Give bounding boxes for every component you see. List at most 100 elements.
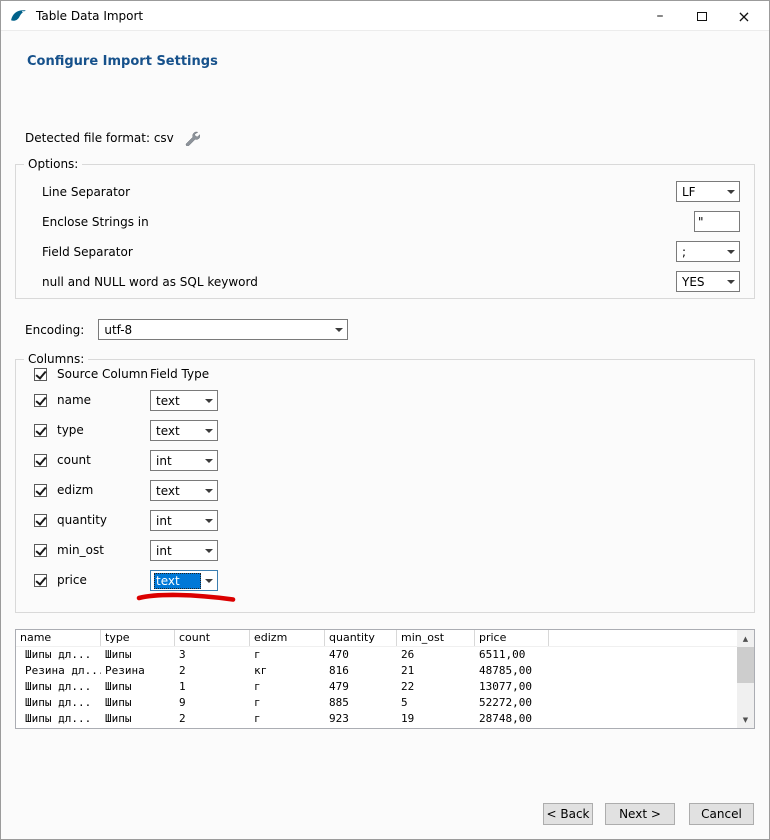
chevron-down-icon [205,519,213,523]
scroll-up-icon[interactable]: ▲ [737,630,754,647]
field-type-select[interactable]: int [150,450,218,471]
column-name-label: quantity [57,510,107,531]
column-checkbox[interactable] [34,424,47,437]
chevron-down-icon [727,190,735,194]
field-separator-row: Field Separator ; [42,241,740,262]
column-checkbox[interactable] [34,574,47,587]
preview-header-edizm[interactable]: edizm [250,630,325,646]
field-type-value: int [154,453,201,469]
cell-price: 6511,00 [475,647,549,663]
vertical-scrollbar[interactable]: ▲ ▼ [737,630,754,728]
column-checkbox[interactable] [34,544,47,557]
chevron-down-icon [727,280,735,284]
wrench-icon[interactable] [184,130,200,146]
table-row[interactable]: Резина дл... Резина 2 кг 816 21 48785,00 [16,663,737,679]
table-row[interactable]: Шипы дл... Шипы 1 г 479 22 13077,00 [16,679,737,695]
title-bar: Table Data Import – × [1,1,769,31]
column-checkbox[interactable] [34,454,47,467]
table-row[interactable]: Шипы дл... Шипы 3 г 470 26 6511,00 [16,647,737,663]
column-row-min-ost: min_ost int [34,540,740,561]
chevron-down-icon [205,579,213,583]
cell-type: Шипы [101,695,175,711]
line-separator-select[interactable]: LF [676,181,740,202]
field-type-select[interactable]: text [150,480,218,501]
close-icon: × [737,7,750,26]
preview-header-count[interactable]: count [175,630,250,646]
field-type-select[interactable]: int [150,510,218,531]
encoding-label: Encoding: [25,323,84,337]
columns-group-label: Columns: [24,352,88,366]
column-checkbox[interactable] [34,394,47,407]
field-type-select-price[interactable]: text [150,570,218,591]
cell-count: 2 [175,663,250,679]
field-type-value: text [154,393,201,409]
cell-count: 9 [175,695,250,711]
chevron-down-icon [205,459,213,463]
chevron-down-icon [205,549,213,553]
cell-type: Резина [101,663,175,679]
scrollbar-track[interactable] [737,683,754,711]
minimize-button[interactable]: – [639,1,681,31]
cell-price: 48785,00 [475,663,549,679]
preview-table: name type count edizm quantity min_ost p… [15,629,755,729]
field-type-select[interactable]: text [150,420,218,441]
field-separator-value: ; [680,244,723,260]
field-separator-select[interactable]: ; [676,241,740,262]
cell-type: Шипы [101,647,175,663]
null-keyword-value: YES [680,274,723,290]
field-type-header: Field Type [150,367,209,381]
null-keyword-row: null and NULL word as SQL keyword YES [42,271,740,292]
preview-header-type[interactable]: type [101,630,175,646]
back-button[interactable]: < Back [543,803,593,825]
cell-count: 2 [175,711,250,727]
scrollbar-thumb[interactable] [737,647,754,683]
cell-filler [549,663,737,679]
column-row-quantity: quantity int [34,510,740,531]
table-data-import-window: Table Data Import – × Configure Import S… [0,0,770,840]
table-row[interactable]: Шипы дл... Шипы 2 г 923 19 28748,00 [16,711,737,727]
column-checkbox[interactable] [34,514,47,527]
null-keyword-label: null and NULL word as SQL keyword [42,275,258,289]
preview-header-row: name type count edizm quantity min_ost p… [16,630,737,647]
cancel-button[interactable]: Cancel [689,803,754,825]
encoding-select[interactable]: utf-8 [98,319,348,340]
chevron-down-icon [727,250,735,254]
preview-header-quantity[interactable]: quantity [325,630,397,646]
cell-name: Шипы дл... [16,679,101,695]
field-type-value: text [154,483,201,499]
preview-header-filler [549,630,737,646]
cell-filler [549,711,737,727]
column-row-price: price text [34,570,740,591]
options-group: Options: Line Separator LF Enclose Strin… [15,164,755,299]
chevron-down-icon [205,489,213,493]
enclose-strings-label: Enclose Strings in [42,215,149,229]
field-type-select[interactable]: text [150,390,218,411]
cell-quantity: 885 [325,695,397,711]
field-type-select[interactable]: int [150,540,218,561]
preview-header-name[interactable]: name [16,630,101,646]
cell-edizm: г [250,711,325,727]
field-separator-label: Field Separator [42,245,133,259]
wizard-footer: < Back Next > Cancel [543,803,754,825]
line-separator-label: Line Separator [42,185,130,199]
cell-price: 52272,00 [475,695,549,711]
close-button[interactable]: × [723,1,765,31]
maximize-button[interactable] [681,1,723,31]
table-row[interactable]: Шипы дл... Шипы 9 г 885 5 52272,00 [16,695,737,711]
enclose-strings-input[interactable] [694,211,740,232]
column-name-label: min_ost [57,540,104,561]
chevron-down-icon [205,399,213,403]
select-all-checkbox[interactable] [34,368,47,381]
scroll-down-icon[interactable]: ▼ [737,711,754,728]
null-keyword-select[interactable]: YES [676,271,740,292]
next-button[interactable]: Next > [605,803,675,825]
preview-header-price[interactable]: price [475,630,549,646]
cell-count: 3 [175,647,250,663]
cell-quantity: 816 [325,663,397,679]
column-checkbox[interactable] [34,484,47,497]
column-name-label: edizm [57,480,93,501]
columns-header-row: Source Column Field Type [34,366,740,384]
cell-price: 28748,00 [475,711,549,727]
window-controls: – × [639,1,765,31]
preview-header-min-ost[interactable]: min_ost [397,630,475,646]
